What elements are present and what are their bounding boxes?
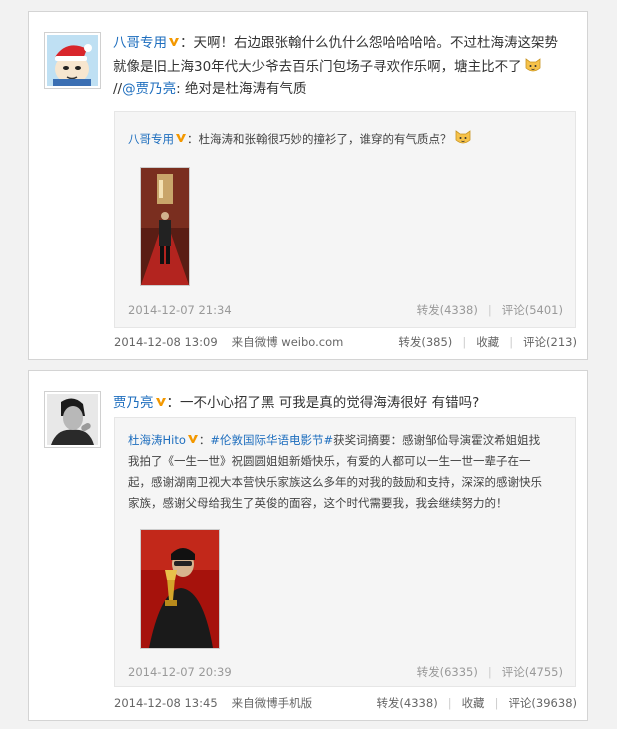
quoted-actions: 转发(4338) | 评论(5401) <box>417 302 563 318</box>
post-timestamp: 2014-12-08 13:09 来自微博 weibo.com <box>114 334 343 350</box>
quoted-timestamp[interactable]: 2014-12-07 20:39 <box>128 664 232 680</box>
post-text-line-2: 就像是旧上海30年代大少爷去百乐门包场子寻欢作乐啊，塘主比不了 <box>113 59 522 75</box>
weibo-post-2: 贾乃亮 ：一不小心招了黑 可我是真的觉得海涛很好 有错吗? 杜海涛Hito ：#伦敦… <box>28 370 588 721</box>
divider: | <box>509 335 514 349</box>
quoted-comment-link[interactable]: 评论(5401) <box>502 303 563 317</box>
verified-v-icon <box>187 430 198 443</box>
post-source[interactable]: 来自微博手机版 <box>232 696 313 710</box>
verified-v-icon <box>176 129 186 142</box>
post-source[interactable]: 来自微博 weibo.com <box>232 335 344 349</box>
repost-text: : 绝对是杜海涛有气质 <box>176 81 307 97</box>
quoted-actions: 转发(6335) | 评论(4755) <box>417 664 563 680</box>
colon: ： <box>198 433 211 447</box>
post-time[interactable]: 2014-12-08 13:45 <box>114 696 218 710</box>
quoted-image[interactable] <box>140 167 190 286</box>
author-avatar[interactable] <box>44 32 101 89</box>
cat-face-emoji-icon <box>454 128 472 146</box>
photo-man-in-red-hallway-icon <box>141 168 189 285</box>
quoted-timestamp[interactable]: 2014-12-07 21:34 <box>128 302 232 318</box>
bw-portrait-avatar-icon <box>47 394 98 445</box>
comment-link[interactable]: 评论(39638) <box>508 696 577 710</box>
cat-face-emoji-icon <box>524 56 542 74</box>
mention-link[interactable]: @贾乃亮 <box>122 81 176 97</box>
post-content: 贾乃亮 ：一不小心招了黑 可我是真的觉得海涛很好 有错吗? <box>113 391 575 415</box>
repost-link[interactable]: 转发(4338) <box>376 696 437 710</box>
post-content: 八哥专用 ：天啊！右边跟张翰什么仇什么怨哈哈哈哈。不过杜海涛这架势 就像是旧上海3… <box>113 31 575 101</box>
quoted-meta: 2014-12-07 20:39 转发(6335) | 评论(4755) <box>128 664 563 680</box>
hashtag-link[interactable]: #伦敦国际华语电影节# <box>210 433 333 447</box>
divider: | <box>487 665 492 679</box>
comment-link[interactable]: 评论(213) <box>523 335 577 349</box>
favorite-link[interactable]: 收藏 <box>476 335 499 349</box>
author-name[interactable]: 贾乃亮 <box>113 395 154 411</box>
divider: | <box>487 303 492 317</box>
divider: | <box>447 696 452 710</box>
quoted-post: 杜海涛Hito ：#伦敦国际华语电影节#获奖词摘要：感谢邹佡导演霍汶希姐姐找 我拍… <box>114 417 576 687</box>
post-footer: 2014-12-08 13:45 来自微博手机版 转发(4338) | 收藏 | 评论(3… <box>114 695 577 711</box>
quoted-line-4: 家族，感谢父母给我生了英俊的面容，这个时代需要我，我会继续努力的！ <box>128 496 508 510</box>
author-avatar[interactable] <box>44 391 101 448</box>
divider: | <box>494 696 499 710</box>
quoted-repost-link[interactable]: 转发(4338) <box>417 303 478 317</box>
quoted-text: 八哥专用 ：杜海涛和张翰很巧妙的撞衫了，谁穿的有气质点？ <box>128 128 565 150</box>
verified-v-icon <box>155 391 166 406</box>
verified-v-icon <box>169 31 179 46</box>
quoted-repost-link[interactable]: 转发(6335) <box>417 665 478 679</box>
post-text: ：一不小心招了黑 可我是真的觉得海涛很好 有错吗? <box>166 395 480 411</box>
photo-man-holding-trophy-icon <box>141 530 219 648</box>
quoted-body: ：杜海涛和张翰很巧妙的撞衫了，谁穿的有气质点？ <box>187 132 452 146</box>
quoted-line-1: 获奖词摘要：感谢邹佡导演霍汶希姐姐找 <box>333 433 541 447</box>
post-time[interactable]: 2014-12-08 13:09 <box>114 335 218 349</box>
quoted-line-3: 起，感谢湖南卫视大本营快乐家族这么多年的对我的鼓励和支持，深深的感谢快乐 <box>128 475 542 489</box>
favorite-link[interactable]: 收藏 <box>462 696 485 710</box>
post-actions: 转发(4338) | 收藏 | 评论(39638) <box>376 695 577 711</box>
quoted-post: 八哥专用 ：杜海涛和张翰很巧妙的撞衫了，谁穿的有气质点？ 2014-12-07 2… <box>114 111 576 328</box>
quoted-author-name[interactable]: 杜海涛Hito <box>128 433 186 447</box>
quoted-line-2: 我拍了《一生一世》祝圆圆姐姐新婚快乐，有爱的人都可以一生一世一辈子在一 <box>128 454 531 468</box>
post-actions: 转发(385) | 收藏 | 评论(213) <box>398 334 577 350</box>
quoted-text: 杜海涛Hito ：#伦敦国际华语电影节#获奖词摘要：感谢邹佡导演霍汶希姐姐找 我拍… <box>128 430 565 514</box>
post-timestamp: 2014-12-08 13:45 来自微博手机版 <box>114 695 312 711</box>
repost-prefix: // <box>113 81 123 97</box>
quoted-image[interactable] <box>140 529 220 649</box>
post-footer: 2014-12-08 13:09 来自微博 weibo.com 转发(385) | 收… <box>114 334 577 350</box>
post-text-line-1: ：天啊！右边跟张翰什么仇什么怨哈哈哈哈。不过杜海涛这架势 <box>180 35 558 51</box>
divider: | <box>462 335 467 349</box>
repost-link[interactable]: 转发(385) <box>398 335 452 349</box>
weibo-post-1: 八哥专用 ：天啊！右边跟张翰什么仇什么怨哈哈哈哈。不过杜海涛这架势 就像是旧上海3… <box>28 11 588 360</box>
author-name[interactable]: 八哥专用 <box>113 35 167 51</box>
quoted-meta: 2014-12-07 21:34 转发(4338) | 评论(5401) <box>128 302 563 318</box>
quoted-comment-link[interactable]: 评论(4755) <box>502 665 563 679</box>
santa-hat-cartoon-avatar-icon <box>47 35 98 86</box>
quoted-author-name[interactable]: 八哥专用 <box>128 132 174 146</box>
